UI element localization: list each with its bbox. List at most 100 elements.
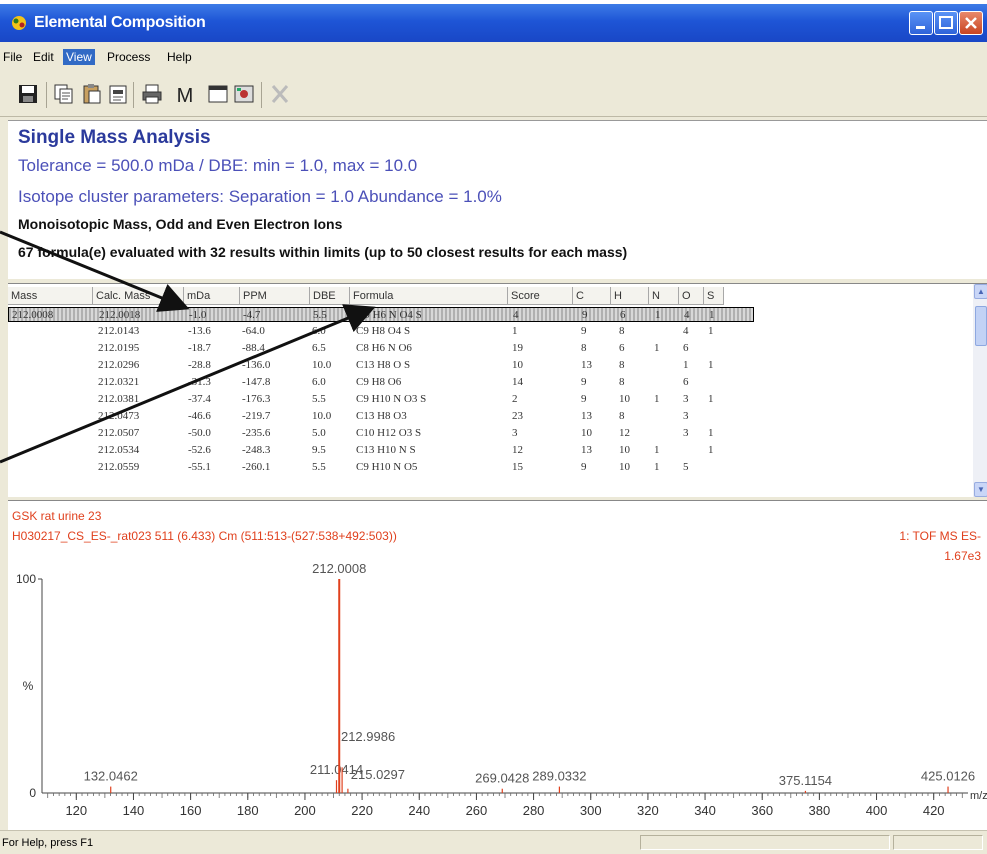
scroll-down-icon[interactable]: ▼	[974, 482, 987, 497]
column-header[interactable]: N	[649, 287, 679, 305]
minimize-button[interactable]	[909, 11, 933, 35]
column-header[interactable]: mDa	[184, 287, 240, 305]
column-header[interactable]: PPM	[240, 287, 310, 305]
table-cell: -18.7	[188, 342, 211, 354]
save-icon[interactable]	[16, 82, 40, 106]
table-cell: -219.7	[242, 410, 271, 422]
settings-icon[interactable]	[232, 82, 256, 106]
scroll-thumb[interactable]	[975, 306, 987, 346]
table-cell: 3	[683, 427, 689, 439]
table-cell: -136.0	[242, 359, 271, 371]
column-header[interactable]: C	[573, 287, 611, 305]
table-cell: 10.0	[312, 359, 332, 371]
menu-view[interactable]: View	[63, 49, 95, 65]
column-header[interactable]: Mass	[8, 287, 93, 305]
x-tick-label: 260	[466, 803, 488, 818]
table-cell: 13	[581, 359, 592, 371]
table-cell: 10	[619, 461, 630, 473]
scroll-up-icon[interactable]: ▲	[974, 284, 987, 299]
paste-icon[interactable]	[80, 82, 104, 106]
table-cell: 1	[655, 309, 661, 321]
table-cell: 4	[683, 325, 689, 337]
column-header[interactable]: DBE	[310, 287, 350, 305]
table-cell: 13	[581, 444, 592, 456]
print-icon[interactable]	[140, 82, 164, 106]
table-cell: C9 H8 O6	[356, 376, 402, 388]
table-cell: -147.8	[242, 376, 271, 388]
table-scrollbar[interactable]: ▲ ▼	[973, 284, 987, 497]
table-row[interactable]: 212.0321 -31.3 -147.8 6.0 C9 H8 O6 14 9 8 6	[8, 375, 968, 390]
maximize-icon	[939, 16, 953, 29]
menu-edit[interactable]: Edit	[30, 49, 57, 65]
table-cell: 19	[512, 342, 523, 354]
table-cell: 212.0534	[98, 444, 140, 456]
table-row[interactable]: 212.0381 -37.4 -176.3 5.5 C9 H10 N O3 S 2 9 10 1…	[8, 392, 968, 407]
table-cell: -31.3	[188, 376, 211, 388]
table-cell: C9 H6 N O4 S	[357, 309, 422, 321]
title-bar[interactable]: Elemental Composition	[0, 4, 987, 42]
status-text: For Help, press F1	[2, 837, 94, 849]
table-cell: 212.0143	[98, 325, 140, 337]
column-header[interactable]: Formula	[350, 287, 508, 305]
x-tick-label: 340	[694, 803, 716, 818]
table-cell: 3	[512, 427, 518, 439]
table-cell: 212.0559	[98, 461, 140, 473]
results-table: Mass Calc. Mass mDa PPM DBE Formula Score C H N O S…	[8, 283, 987, 497]
column-header[interactable]: Calc. Mass	[93, 287, 184, 305]
column-header[interactable]: S	[704, 287, 724, 305]
table-cell: 6	[619, 342, 625, 354]
app-logo-icon	[12, 16, 26, 30]
table-cell: -52.6	[188, 444, 211, 456]
copy-icon[interactable]	[52, 82, 76, 106]
table-cell: 15	[512, 461, 523, 473]
table-cell: 13	[581, 410, 592, 422]
maximize-button[interactable]	[934, 11, 958, 35]
x-tick-label: 380	[809, 803, 831, 818]
table-cell: 4	[513, 309, 519, 321]
peak-label: 132.0462	[84, 769, 138, 784]
table-cell: C13 H8 O S	[356, 359, 411, 371]
mass-spectrum-chart[interactable]: 120 140 160 180 200 220 240 260 280 300 320 340 360 3…	[8, 501, 987, 831]
table-cell: 10	[619, 393, 630, 405]
close-button[interactable]	[959, 11, 983, 35]
m-icon[interactable]: M	[173, 82, 197, 106]
peak-label: 425.0126	[921, 769, 975, 784]
table-cell: -4.7	[243, 309, 261, 321]
x-tick-label: 240	[408, 803, 430, 818]
table-cell: -176.3	[242, 393, 271, 405]
table-cell: 6	[620, 309, 626, 321]
table-cell: 1	[654, 342, 660, 354]
delete-icon[interactable]	[268, 82, 292, 106]
table-cell: 12	[619, 427, 630, 439]
menu-file[interactable]: File	[0, 49, 25, 65]
table-cell: 1	[708, 427, 714, 439]
copy-special-icon[interactable]	[106, 82, 130, 106]
table-row[interactable]: 212.0195 -18.7 -88.4 6.5 C8 H6 N O6 19 8 6 1 6	[8, 341, 968, 356]
window-icon[interactable]	[206, 82, 230, 106]
table-cell: 10.0	[312, 410, 332, 422]
peak-label: 375.1154	[779, 773, 832, 788]
table-cell: 1	[708, 325, 714, 337]
menu-help[interactable]: Help	[164, 49, 195, 65]
column-header[interactable]: O	[679, 287, 704, 305]
table-row[interactable]: 212.0473 -46.6 -219.7 10.0 C13 H8 O3 23 13 8 3	[8, 409, 968, 424]
table-row[interactable]: 212.0534 -52.6 -248.3 9.5 C13 H10 N S 12 13 10 1…	[8, 443, 968, 458]
table-cell: C9 H8 O4 S	[356, 325, 411, 337]
table-cell: 212.0018	[99, 309, 141, 321]
table-cell: -46.6	[188, 410, 211, 422]
table-row[interactable]: 212.0296 -28.8 -136.0 10.0 C13 H8 O S 10 13 8 1 1	[8, 358, 968, 373]
table-row[interactable]: 212.0143 -13.6 -64.0 6.0 C9 H8 O4 S 1 9 8 4 1	[8, 324, 968, 339]
table-row[interactable]: 212.0507 -50.0 -235.6 5.0 C10 H12 O3 S 3 10 12 3…	[8, 426, 968, 441]
menu-process[interactable]: Process	[104, 49, 153, 65]
column-header[interactable]: Score	[508, 287, 573, 305]
analysis-info-panel: Single Mass Analysis Tolerance = 500.0 m…	[8, 120, 987, 279]
menu-bar: File Edit View Process Help	[0, 46, 987, 70]
table-cell: C9 H10 N O3 S	[356, 393, 427, 405]
table-cell: 1	[683, 359, 689, 371]
table-cell: 9	[582, 309, 588, 321]
table-row[interactable]: 212.0559 -55.1 -260.1 5.5 C9 H10 N O5 15 9 10 1 5	[8, 460, 968, 475]
column-header[interactable]: H	[611, 287, 649, 305]
table-row-selected[interactable]: 212.0008 212.0018 -1.0 -4.7 5.5 C9 H6 N O4 S 4…	[8, 307, 754, 322]
x-tick-label: 360	[751, 803, 773, 818]
table-cell: 6.0	[312, 376, 326, 388]
